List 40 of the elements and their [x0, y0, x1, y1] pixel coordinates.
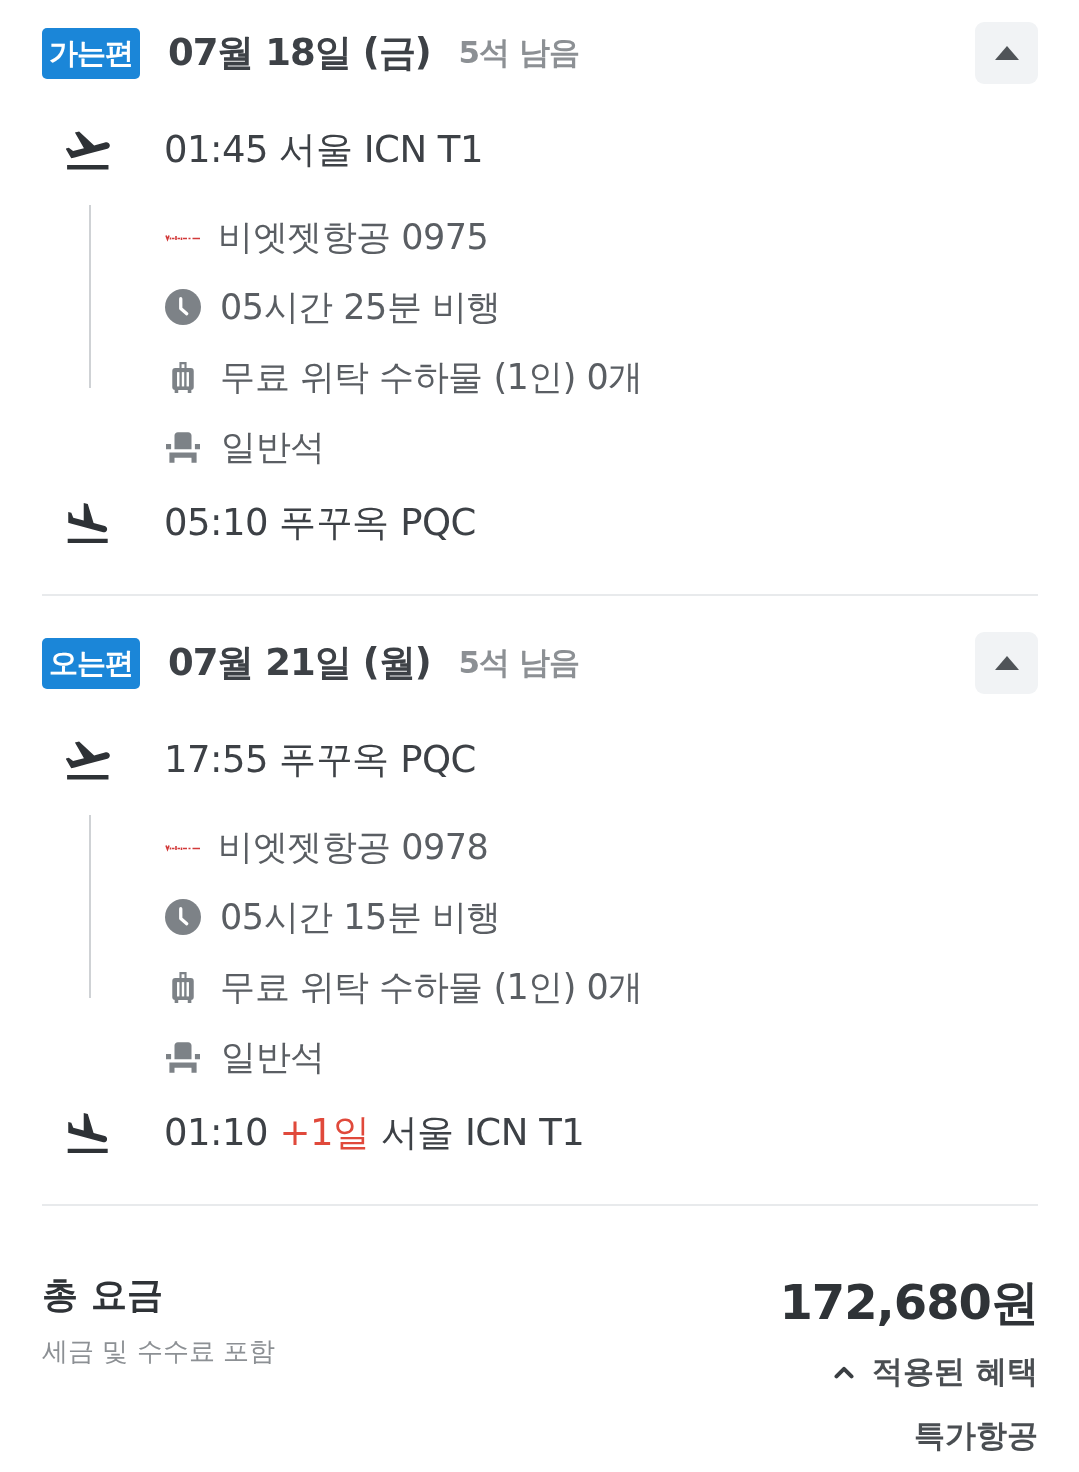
benefits-toggle[interactable]: 적용된 혜택	[834, 1351, 1038, 1393]
suitcase-icon	[171, 361, 195, 393]
collapse-button[interactable]	[975, 632, 1038, 694]
airline-logo-icon	[165, 842, 201, 852]
seat-icon	[166, 1041, 200, 1073]
total-fare-label: 총 요금	[42, 1273, 164, 1317]
caret-up-icon	[994, 46, 1019, 60]
flight-detail: 무료 위탁 수하물 (1인) 0개	[220, 965, 643, 1009]
arrival-info: 01:10 +1일 서울 ICN T1	[164, 1110, 585, 1156]
flight-detail: 일반석	[221, 425, 325, 469]
direction-badge: 가는편	[42, 27, 140, 79]
suitcase-icon	[171, 971, 195, 1003]
flight-date: 07월 21일 (월)	[168, 640, 431, 686]
clock-icon	[165, 289, 201, 325]
seat-icon	[166, 431, 200, 463]
takeoff-plane-icon	[66, 740, 110, 780]
landing-plane-icon	[66, 503, 110, 543]
arrival-info: 05:10 푸꾸옥 PQC	[164, 500, 476, 546]
departure-info: 17:55 푸꾸옥 PQC	[164, 737, 476, 783]
seats-left: 5석 남음	[458, 643, 579, 682]
landing-plane-icon	[66, 1113, 110, 1153]
flight-detail: 일반석	[221, 1035, 325, 1079]
fare-note: 세금 및 수수료 포함	[42, 1335, 275, 1368]
clock-icon	[165, 899, 201, 935]
benefit-item: 특가항공	[914, 1416, 1038, 1455]
flight-detail: 비엣젯항공 0975	[218, 215, 489, 259]
takeoff-plane-icon	[66, 130, 110, 170]
flight-detail: 비엣젯항공 0978	[218, 825, 489, 869]
flight-detail: 무료 위탁 수하물 (1인) 0개	[220, 355, 643, 399]
airline-logo-icon	[165, 232, 201, 242]
flight-detail: 05시간 25분 비행	[220, 285, 501, 329]
seats-left: 5석 남음	[458, 33, 579, 72]
collapse-button[interactable]	[975, 22, 1038, 84]
chevron-up-icon	[834, 1365, 855, 1379]
direction-badge: 오는편	[42, 637, 140, 689]
flight-detail: 05시간 15분 비행	[220, 895, 501, 939]
flight-date: 07월 18일 (금)	[168, 30, 431, 76]
departure-info: 01:45 서울 ICN T1	[164, 127, 483, 173]
caret-up-icon	[994, 656, 1019, 670]
total-price: 172,680원	[779, 1273, 1038, 1332]
